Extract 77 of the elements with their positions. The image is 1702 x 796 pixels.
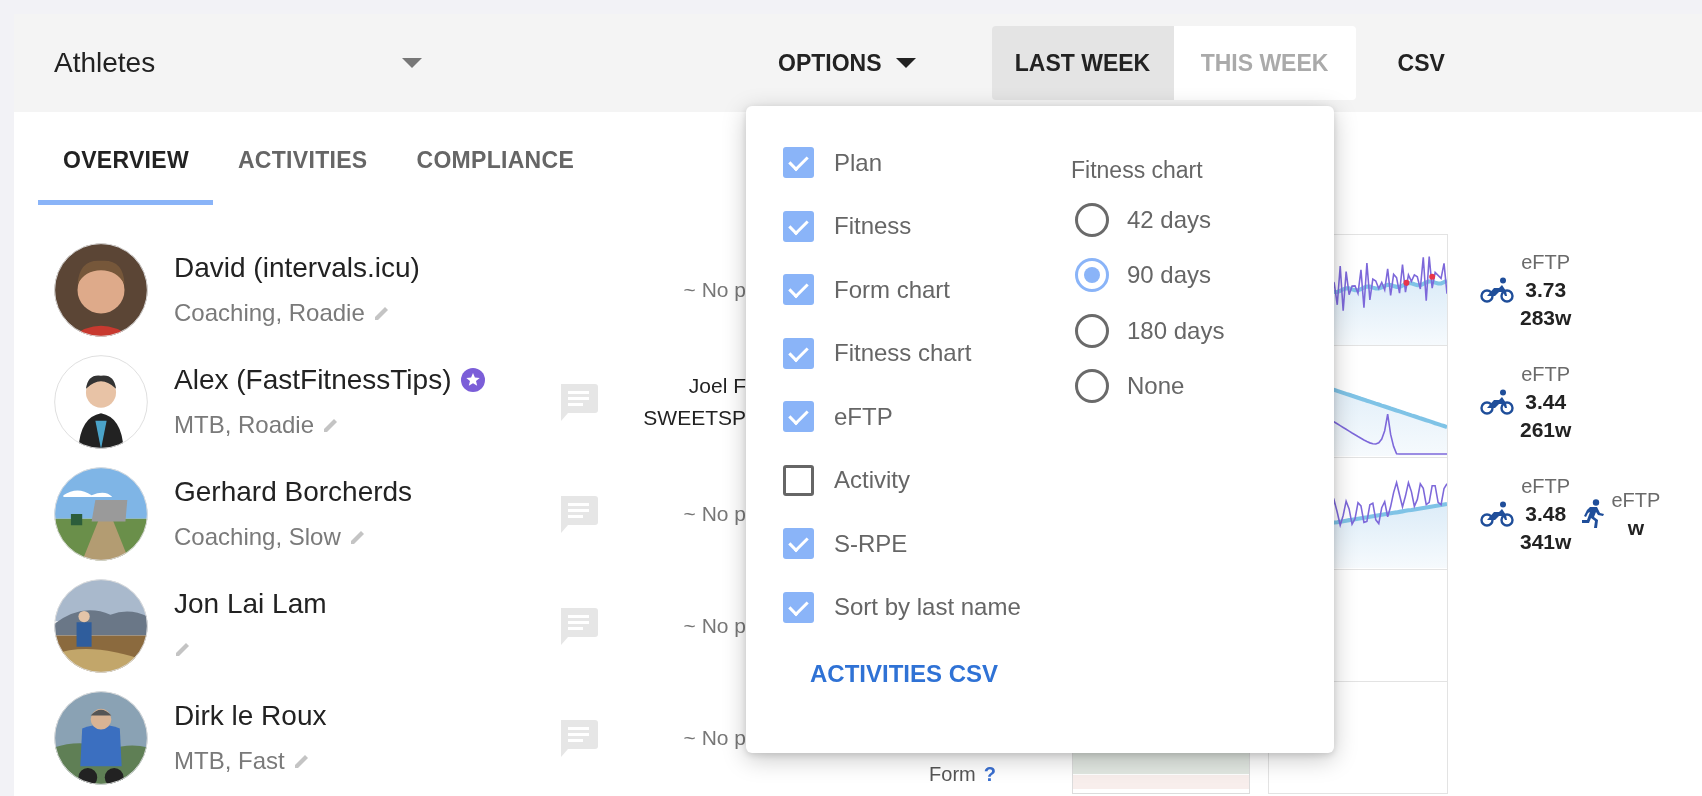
week-toggle[interactable]: LAST WEEK	[991, 26, 1174, 100]
comment-icon[interactable]	[558, 606, 598, 646]
comment-icon[interactable]	[558, 494, 598, 534]
tab[interactable]: COMPLIANCE	[391, 112, 599, 205]
radio-button[interactable]	[1075, 313, 1109, 348]
form-label: Form	[929, 763, 976, 786]
eftp-label: eFTP	[1521, 250, 1571, 274]
eftp-watts: 261w	[1520, 417, 1572, 442]
checkbox[interactable]	[783, 591, 814, 623]
plan-text: ~ No p	[683, 502, 746, 526]
eftp-watts: 283w	[1520, 305, 1572, 330]
athlete-name[interactable]: Gerhard Borcherds	[174, 476, 413, 508]
bicycle-icon	[1480, 277, 1514, 303]
radio-label[interactable]: 90 days	[1127, 261, 1212, 290]
bicycle-icon	[1480, 501, 1514, 527]
athlete-name[interactable]: Dirk le Roux	[174, 700, 327, 732]
radio-button[interactable]	[1075, 369, 1109, 404]
eftp-watts: w	[1627, 515, 1644, 540]
radio-label[interactable]: None	[1127, 372, 1185, 401]
pencil-icon[interactable]	[348, 528, 367, 546]
checkbox-label[interactable]: Sort by last name	[834, 593, 1021, 622]
athlete-select[interactable]: Athletes	[54, 47, 434, 79]
checkbox[interactable]	[783, 147, 814, 179]
checkbox[interactable]	[783, 401, 814, 433]
plan-text: Joel F	[688, 374, 746, 398]
tab[interactable]: OVERVIEW	[38, 112, 213, 205]
radio-label[interactable]: 42 days	[1127, 205, 1212, 234]
checkbox-label[interactable]: Fitness	[834, 212, 912, 241]
plan-text: ~ No p	[683, 614, 746, 638]
csv-button[interactable]: CSV	[1385, 49, 1457, 77]
pencil-icon[interactable]	[372, 304, 391, 322]
runner-icon	[1581, 499, 1606, 529]
athlete-tags: MTB, Roadie	[174, 411, 315, 439]
checkbox-label[interactable]: Form chart	[834, 275, 950, 304]
marker-dot	[1429, 273, 1436, 280]
eftp-watts: 341w	[1520, 529, 1572, 554]
eftp-value: 3.44	[1525, 389, 1567, 414]
athlete-name[interactable]: David (intervals.icu)	[174, 252, 420, 284]
radio-label[interactable]: 180 days	[1127, 316, 1225, 345]
plan-text: SWEETSP	[643, 406, 746, 430]
radio-button[interactable]	[1075, 258, 1109, 293]
caret-icon	[895, 58, 916, 68]
marker-dot	[1403, 279, 1410, 286]
help-link[interactable]: ?	[983, 763, 996, 786]
radio-button[interactable]	[1075, 202, 1109, 237]
athlete-name[interactable]: Jon Lai Lam	[174, 588, 327, 620]
pencil-icon[interactable]	[174, 640, 192, 658]
eftp-label: eFTP	[1611, 488, 1661, 512]
activities-csv-link[interactable]: ACTIVITIES CSV	[810, 660, 1075, 688]
athlete-name[interactable]: Alex (FastFitnessTips)	[174, 364, 452, 396]
tab[interactable]: ACTIVITIES	[212, 112, 392, 205]
options-button[interactable]: OPTIONS	[778, 49, 916, 77]
eftp-value: 3.73	[1525, 277, 1567, 302]
eftp-label: eFTP	[1521, 362, 1571, 386]
checkbox[interactable]	[783, 528, 814, 560]
bicycle-icon	[1480, 389, 1514, 415]
checkbox-label[interactable]: Activity	[834, 466, 910, 495]
plan-text: ~ No p	[683, 278, 746, 302]
checkbox-label[interactable]: eFTP	[834, 402, 893, 431]
eftp-value: 3.48	[1525, 501, 1567, 526]
plan-text: ~ No p	[683, 726, 746, 750]
caret-icon	[402, 58, 422, 68]
checkbox-label[interactable]: S-RPE	[834, 529, 908, 558]
checkbox[interactable]	[783, 337, 814, 369]
athlete-tags: MTB, Fast	[174, 747, 285, 775]
comment-icon[interactable]	[558, 382, 598, 422]
comment-icon[interactable]	[558, 718, 598, 758]
athlete-tags: Coaching, Roadie	[174, 299, 365, 327]
checkbox-label[interactable]: Fitness chart	[834, 339, 972, 368]
checkbox[interactable]	[783, 210, 814, 242]
pencil-icon[interactable]	[292, 752, 311, 770]
fitness-chart-title: Fitness chart	[1071, 157, 1204, 184]
athlete-tags: Coaching, Slow	[174, 523, 341, 551]
eftp-label: eFTP	[1521, 474, 1571, 498]
checkbox[interactable]	[783, 274, 814, 306]
checkbox[interactable]	[783, 464, 814, 496]
checkbox-label[interactable]: Plan	[834, 148, 883, 177]
